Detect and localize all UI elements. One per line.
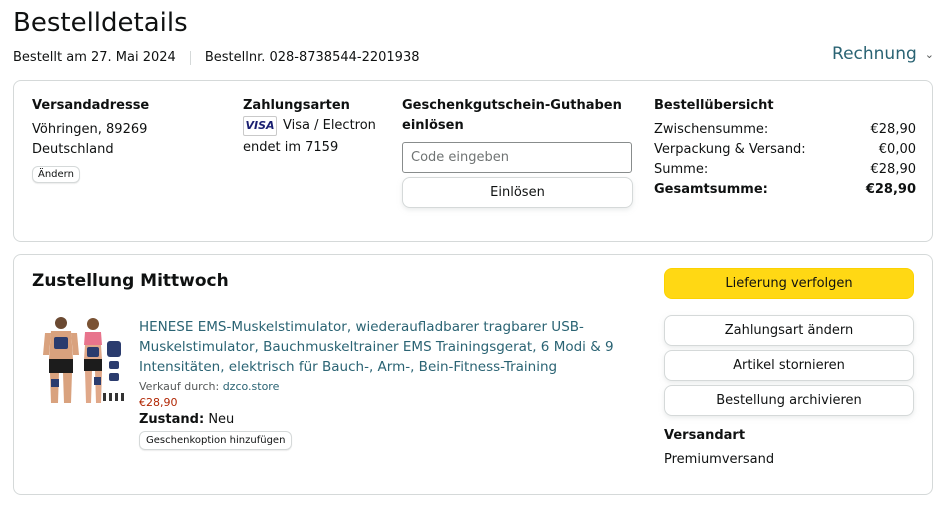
card-ending: endet im 7159 bbox=[243, 140, 339, 155]
shipping-address-heading: Versandadresse bbox=[32, 98, 150, 113]
order-date: Bestellt am 27. Mai 2024 bbox=[13, 50, 176, 65]
address-line-2: Deutschland bbox=[32, 142, 114, 157]
seller-link[interactable]: dzco.store bbox=[223, 380, 280, 393]
change-payment-button[interactable]: Zahlungsart ändern bbox=[664, 315, 914, 346]
grand-total-label: Gesamtsumme: bbox=[654, 182, 768, 197]
payment-card-row: VISA Visa / Electron bbox=[243, 116, 376, 136]
address-line-1: Vöhringen, 89269 bbox=[32, 122, 148, 137]
delivery-card: Zustellung Mittwoch HENESE EMS-Muskelsti… bbox=[13, 254, 933, 495]
payment-section: Zahlungsarten VISA Visa / Electron endet… bbox=[243, 96, 376, 158]
gift-card-section: Geschenkgutschein-Guthaben einlösen Einl… bbox=[402, 96, 634, 208]
chevron-down-icon: ⌄ bbox=[924, 47, 934, 61]
invoice-dropdown[interactable]: Rechnung ⌄ bbox=[832, 44, 934, 64]
cancel-item-button[interactable]: Artikel stornieren bbox=[664, 350, 914, 381]
order-summary-heading: Bestellübersicht bbox=[654, 98, 774, 113]
sum-value: €28,90 bbox=[870, 162, 917, 177]
condition-value: Neu bbox=[208, 412, 235, 427]
sum-label: Summe: bbox=[654, 162, 709, 177]
subtotal-label: Zwischensumme: bbox=[654, 122, 769, 137]
product-image[interactable] bbox=[39, 315, 127, 407]
seller-line: Verkauf durch: dzco.store bbox=[139, 380, 619, 393]
order-info-card: Versandadresse Vöhringen, 89269 Deutschl… bbox=[13, 80, 933, 242]
shipping-cost-label: Verpackung & Versand: bbox=[654, 142, 806, 157]
grand-total-value: €28,90 bbox=[865, 182, 916, 197]
shipping-cost-value: €0,00 bbox=[878, 142, 916, 157]
order-actions: Lieferung verfolgen Zahlungsart ändern A… bbox=[664, 268, 914, 470]
payment-heading: Zahlungsarten bbox=[243, 98, 350, 113]
condition-line: Zustand: Neu bbox=[139, 412, 619, 427]
redeem-button[interactable]: Einlösen bbox=[402, 177, 633, 208]
meta-divider bbox=[189, 50, 191, 65]
order-number: Bestellnr. 028-8738544-2201938 bbox=[204, 50, 420, 65]
visa-card-icon: VISA bbox=[243, 116, 277, 136]
shipping-address-section: Versandadresse Vöhringen, 89269 Deutschl… bbox=[32, 96, 149, 183]
subtotal-value: €28,90 bbox=[870, 122, 917, 137]
product-details: HENESE EMS-Muskelstimulator, wiederaufla… bbox=[139, 317, 619, 450]
condition-label: Zustand: bbox=[139, 412, 205, 427]
product-price: €28,90 bbox=[139, 396, 178, 409]
shipping-method-heading: Versandart bbox=[664, 428, 746, 443]
shipping-method-value: Premiumversand bbox=[664, 452, 775, 467]
shipping-cost-row: Verpackung & Versand: €0,00 bbox=[654, 140, 916, 160]
order-meta: Bestellt am 27. Mai 2024 Bestellnr. 028-… bbox=[13, 50, 419, 65]
card-type: Visa / Electron bbox=[283, 118, 376, 133]
archive-order-button[interactable]: Bestellung archivieren bbox=[664, 385, 914, 416]
product-title-link[interactable]: HENESE EMS-Muskelstimulator, wiederaufla… bbox=[139, 317, 619, 377]
grand-total-row: Gesamtsumme: €28,90 bbox=[654, 180, 916, 200]
delivery-title: Zustellung Mittwoch bbox=[32, 271, 229, 291]
page-title: Bestelldetails bbox=[13, 8, 188, 38]
sold-by-label: Verkauf durch: bbox=[139, 380, 220, 393]
add-gift-option-button[interactable]: Geschenkoption hinzufügen bbox=[139, 431, 293, 450]
gift-card-heading: Geschenkgutschein-Guthaben einlösen bbox=[402, 98, 622, 133]
invoice-label: Rechnung bbox=[832, 44, 917, 64]
sum-row: Summe: €28,90 bbox=[654, 160, 916, 180]
order-summary-section: Bestellübersicht Zwischensumme: €28,90 V… bbox=[654, 96, 916, 200]
subtotal-row: Zwischensumme: €28,90 bbox=[654, 120, 916, 140]
gift-code-input[interactable] bbox=[402, 142, 632, 173]
track-package-button[interactable]: Lieferung verfolgen bbox=[664, 268, 914, 299]
change-address-button[interactable]: Ändern bbox=[32, 166, 80, 183]
